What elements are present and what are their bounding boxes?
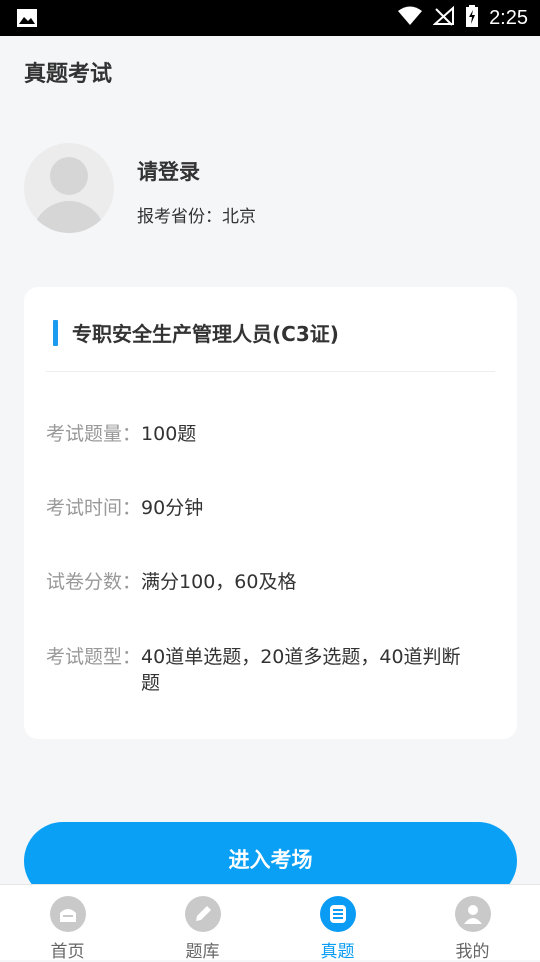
exam-duration-row: 考试时间： 90分钟 [46, 495, 467, 521]
tab-label: 真题 [320, 942, 355, 962]
home-icon [49, 896, 86, 932]
row-value: 90分钟 [141, 497, 204, 519]
row-value: 40道单选题，20道多选题，40道判断题 [141, 646, 461, 694]
bottom-tabbar: 首页 题库 真题 我的 [0, 884, 540, 962]
avatar-head [50, 157, 88, 195]
document-icon [319, 896, 356, 932]
province-label: 报考省份： [137, 207, 222, 227]
row-label: 考试题量： [46, 423, 142, 445]
row-label: 试卷分数： [46, 571, 142, 593]
pencil-icon [184, 896, 221, 932]
status-bar: 2:25 [0, 0, 540, 36]
exam-title: 专职安全生产管理人员(C3证) [72, 322, 339, 346]
exam-question-count-row: 考试题量： 100题 [46, 421, 467, 447]
tab-label: 我的 [455, 942, 490, 962]
avatar[interactable] [24, 143, 114, 233]
tab-home[interactable]: 首页 [0, 885, 135, 962]
tab-mine[interactable]: 我的 [405, 885, 540, 962]
title-accent-bar [53, 320, 58, 346]
exam-info-card: 专职安全生产管理人员(C3证) 考试题量： 100题 考试时间： 90分钟 试卷… [24, 287, 517, 739]
tab-label: 首页 [50, 942, 85, 962]
user-icon [454, 896, 491, 932]
page-title: 真题考试 [24, 62, 113, 87]
tab-question-bank[interactable]: 题库 [135, 885, 270, 962]
province-value: 北京 [222, 207, 256, 227]
gallery-icon [16, 8, 38, 28]
divider [46, 371, 495, 372]
tab-real-exam[interactable]: 真题 [270, 885, 405, 962]
battery-charging-icon [465, 5, 479, 31]
exam-question-types-row: 考试题型： 40道单选题，20道多选题，40道判断题 [46, 644, 467, 696]
exam-score-row: 试卷分数： 满分100，60及格 [46, 569, 467, 595]
tab-label: 题库 [185, 942, 220, 962]
avatar-body [32, 201, 106, 233]
province-info[interactable]: 报考省份： 北京 [137, 202, 256, 227]
clock: 2:25 [489, 6, 528, 29]
row-value: 满分100，60及格 [141, 571, 297, 593]
no-signal-icon [432, 5, 455, 30]
row-label: 考试时间： [46, 497, 142, 519]
row-label: 考试题型： [46, 646, 142, 668]
row-value: 100题 [141, 423, 197, 445]
wifi-icon [397, 6, 423, 30]
login-link[interactable]: 请登录 [137, 156, 200, 186]
